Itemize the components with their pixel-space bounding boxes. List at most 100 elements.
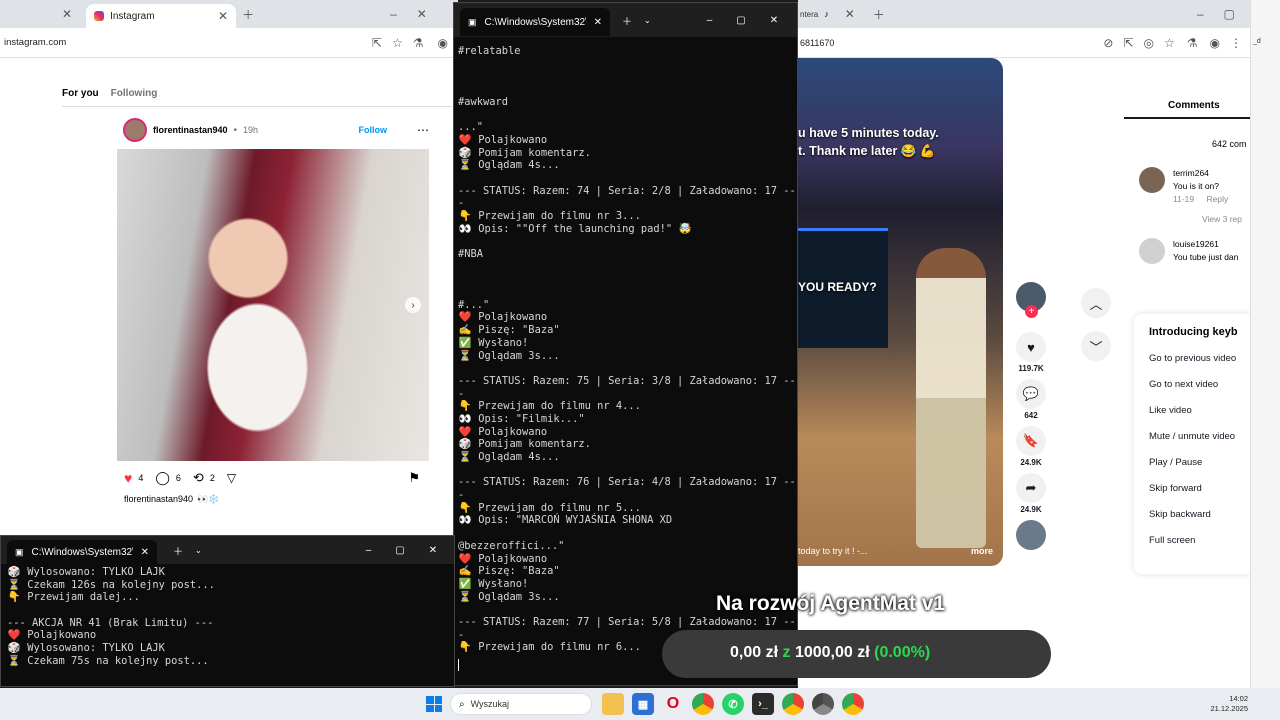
cmd-main-output[interactable]: #relatable #awkward ..." ❤️ Polajkowano 🎲 Po… <box>454 37 797 654</box>
eye-off-icon[interactable]: ⊘ <box>1103 36 1113 50</box>
more-options-icon[interactable]: ⋯ <box>417 123 429 137</box>
profile-icon[interactable]: ◉ <box>1210 36 1220 50</box>
profile-icon[interactable]: ◉ <box>438 36 448 50</box>
console-text: --- STATUS: Razem: 77 | Seria: 5/8 | Zał… <box>458 615 796 628</box>
eye-icon[interactable]: ◎ <box>1144 36 1154 50</box>
close-icon[interactable]: ✕ <box>62 7 72 21</box>
lab-icon[interactable]: ⚗ <box>1187 36 1198 50</box>
comment-user[interactable]: terrim264 <box>1173 167 1228 180</box>
console-text: Polajkowano <box>478 552 548 565</box>
file-explorer-icon[interactable] <box>602 693 624 715</box>
view-replies-link[interactable]: View 3 rep <box>1202 214 1250 224</box>
taskbar-search[interactable]: ⌕ Wyszukaj <box>450 693 592 715</box>
caption-username[interactable]: florentinastan940 <box>124 494 193 505</box>
creator-avatar[interactable]: + <box>1016 282 1046 318</box>
chrome-icon[interactable] <box>782 693 804 715</box>
console-text: Pomijam komentarz. <box>478 146 591 159</box>
new-tab-icon[interactable]: ＋ <box>242 6 254 23</box>
minimize-icon[interactable]: – <box>1197 7 1204 21</box>
share-icon[interactable]: ➦ <box>1016 473 1046 503</box>
comment-icon[interactable]: ◯ <box>155 470 170 486</box>
opera-icon[interactable]: O <box>662 693 684 715</box>
install-icon[interactable]: ⇱ <box>372 36 382 50</box>
new-tab-icon[interactable]: ＋ <box>622 13 632 28</box>
more-link[interactable]: more <box>971 546 993 556</box>
chevron-down-icon[interactable]: ⌄ <box>644 16 651 25</box>
tab-following[interactable]: Following <box>111 88 158 99</box>
install-icon[interactable]: ⇱ <box>1123 36 1133 50</box>
avatar[interactable] <box>1139 167 1165 193</box>
close-icon[interactable]: ✕ <box>141 547 149 558</box>
video-player[interactable]: u have 5 minutes today. t. Thank me late… <box>798 58 1003 566</box>
previous-video-icon[interactable]: ︿ <box>1081 288 1111 318</box>
minimize-icon[interactable]: – <box>707 15 713 26</box>
comment-icon[interactable]: 💬 <box>1016 379 1046 409</box>
comments-tab[interactable]: Comments <box>1168 100 1250 111</box>
new-tab-icon[interactable]: ＋ <box>173 543 183 558</box>
star-icon[interactable]: ☆ <box>1164 36 1175 50</box>
reply-button[interactable]: Reply <box>1206 194 1228 204</box>
maximize-icon[interactable]: ▢ <box>736 15 745 26</box>
console-text: Oglądam 4s... <box>478 159 560 172</box>
follow-plus-icon[interactable]: + <box>1025 305 1038 318</box>
close-icon[interactable]: ✕ <box>218 9 228 23</box>
comment-user[interactable]: louise19261 <box>1173 238 1238 251</box>
repost-icon[interactable]: ⟲ <box>193 470 204 486</box>
avatar[interactable] <box>1139 238 1165 264</box>
heart-icon[interactable]: ♥ <box>124 470 132 486</box>
windows-start-icon[interactable] <box>426 696 442 712</box>
tab-underline <box>1124 117 1250 119</box>
tab-instagram[interactable]: Instagram ✕ <box>86 4 237 28</box>
cmd-small-titlebar[interactable]: ▣ C:\Windows\System32\cmd.e ✕ ＋ ⌄ – ▢ ✕ <box>1 536 454 564</box>
terminal-icon[interactable]: ›_ <box>752 693 774 715</box>
minimize-icon[interactable]: – <box>366 545 372 556</box>
close-window-icon[interactable]: ✕ <box>770 15 778 26</box>
close-window-icon[interactable]: ✕ <box>429 545 437 556</box>
whatsapp-icon[interactable]: ✆ <box>722 693 744 715</box>
close-icon[interactable]: ✕ <box>594 17 602 28</box>
cmd-small-window[interactable]: ▣ C:\Windows\System32\cmd.e ✕ ＋ ⌄ – ▢ ✕ … <box>0 535 455 687</box>
chevron-down-icon[interactable]: ⌄ <box>195 546 202 555</box>
post-image[interactable]: › <box>117 149 429 461</box>
minimize-icon[interactable]: – <box>390 7 397 21</box>
console-line: 👀 Opis: "Filmik..." <box>458 413 797 426</box>
cmd-main-window[interactable]: ▣ C:\Windows\System32\cmd.e ✕ ＋ ⌄ – ▢ ✕ … <box>453 2 798 686</box>
share-icon[interactable]: ▽ <box>227 471 236 485</box>
bookmark-icon[interactable]: ⚑ <box>408 470 420 486</box>
chrome-icon[interactable] <box>812 693 834 715</box>
cmd-tab[interactable]: ▣ C:\Windows\System32\cmd.e ✕ <box>7 540 157 564</box>
store-icon[interactable]: ▦ <box>632 693 654 715</box>
left-address-bar[interactable]: instagram.com ⇱ ☆ ⚗ ◉ <box>0 28 458 58</box>
cmd-tab[interactable]: ▣ C:\Windows\System32\cmd.e ✕ <box>460 8 610 36</box>
avatar[interactable] <box>123 118 147 142</box>
cmd-main-titlebar[interactable]: ▣ C:\Windows\System32\cmd.e ✕ ＋ ⌄ – ▢ ✕ <box>454 3 797 37</box>
close-icon[interactable]: ✕ <box>845 7 855 21</box>
close-window-icon[interactable]: ✕ <box>417 7 427 21</box>
bookmark-icon[interactable]: 🔖 <box>1016 426 1046 456</box>
next-image-icon[interactable]: › <box>405 297 421 313</box>
clock[interactable]: 14:02 21.12.2025 <box>1210 694 1248 714</box>
follow-button[interactable]: Follow <box>359 125 388 135</box>
maximize-icon[interactable]: ▢ <box>395 545 404 556</box>
menu-icon[interactable]: ⋮ <box>1230 36 1242 50</box>
star-icon[interactable]: ☆ <box>392 36 403 50</box>
new-tab-icon[interactable]: ＋ <box>873 6 885 23</box>
like-icon[interactable]: ♥ <box>1016 332 1046 362</box>
console-text: Wylosowano: TYLKO LAJK <box>27 566 165 578</box>
post-username[interactable]: florentinastan940 <box>153 125 228 135</box>
console-emoji: 👇 <box>458 501 472 514</box>
music-avatar[interactable] <box>1016 520 1046 550</box>
tab-for-you[interactable]: For you <box>62 88 99 99</box>
url-fragment[interactable]: 6811670 <box>800 38 1103 48</box>
url-text[interactable]: instagram.com <box>4 37 372 48</box>
lab-icon[interactable]: ⚗ <box>413 36 424 50</box>
next-video-icon[interactable]: ﹀ <box>1081 331 1111 361</box>
cmd-small-output[interactable]: 🎲 Wylosowano: TYLKO LAJK ⏳ Czekam 126s na… <box>1 564 454 668</box>
chrome-icon[interactable] <box>842 693 864 715</box>
maximize-icon[interactable]: ▢ <box>1224 7 1235 21</box>
chrome-icon[interactable] <box>692 693 714 715</box>
right-address-bar[interactable]: 6811670 ⊘ ⇱ ◎ ☆ ⚗ ◉ ⋮ <box>798 28 1250 58</box>
console-emoji: ❤️ <box>458 425 472 438</box>
